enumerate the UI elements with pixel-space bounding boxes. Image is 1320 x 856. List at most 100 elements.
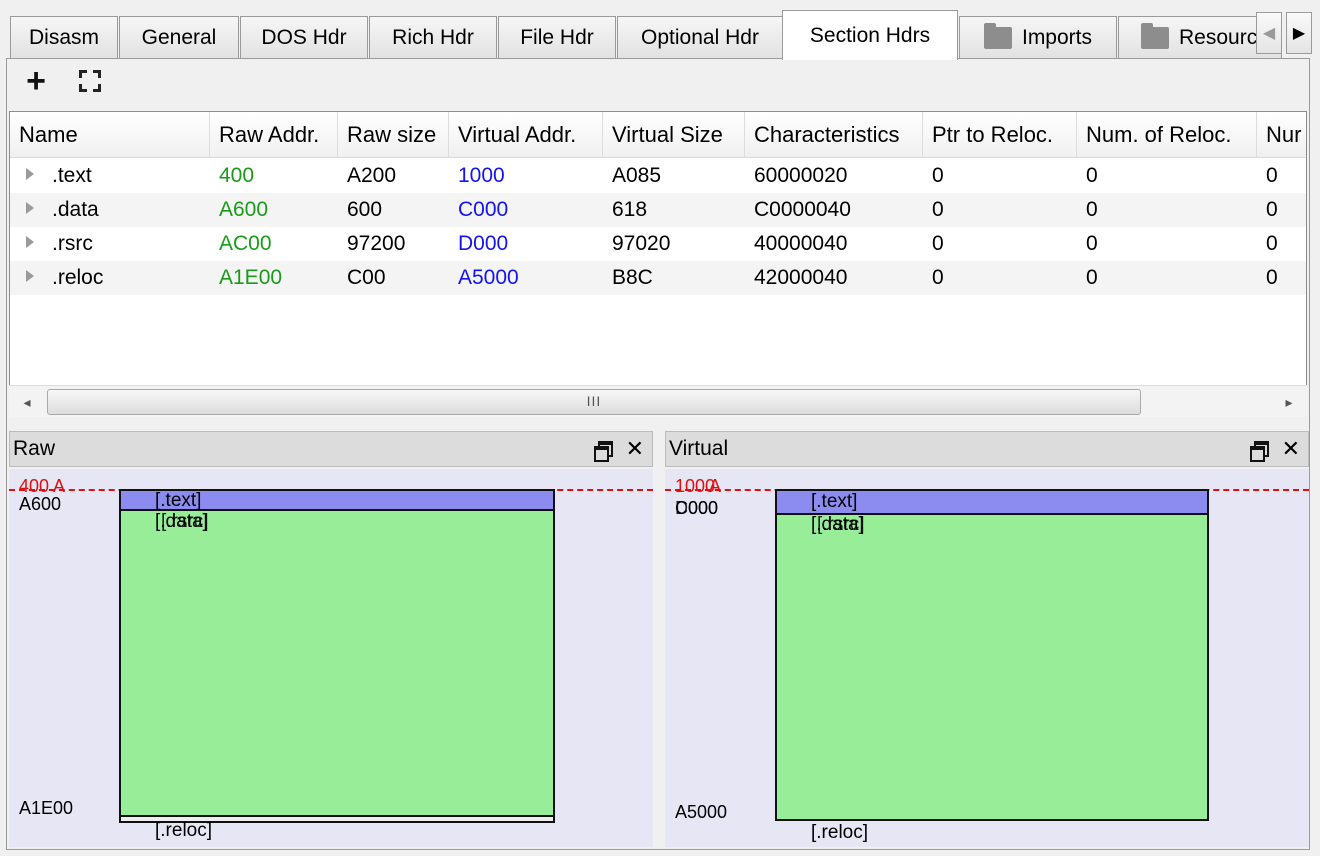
ptr-to-reloc-cell: 0 [932, 232, 944, 255]
virtual-size-cell: 618 [612, 198, 648, 221]
section-name: .data [52, 198, 99, 221]
table-row[interactable]: .rsrc AC00 97200 D000 97020 40000040 0 0… [10, 227, 1306, 261]
tab-section-hdrs[interactable]: Section Hdrs [782, 10, 958, 60]
raw-top-address: 400 [19, 476, 50, 496]
scroll-right-arrow-icon[interactable]: ▸ [1279, 392, 1299, 412]
expand-icon [79, 70, 101, 92]
column-header-characteristics[interactable]: Characteristics [745, 112, 923, 158]
tab-file-hdr[interactable]: File Hdr [498, 16, 616, 58]
virtual-size-cell: A085 [612, 164, 662, 187]
section-name: .rsrc [52, 232, 93, 255]
num-of-reloc-cell: 0 [1086, 266, 1098, 289]
virtual-addr-cell: 1000 [458, 164, 505, 187]
raw-panel: Raw ✕ 400 A A600 [.text] [.data] [.rsrc]… [9, 431, 653, 847]
num-of-reloc-cell: 0 [1086, 232, 1098, 255]
virtual-panel-title: Virtual [669, 437, 729, 460]
column-header-raw-addr[interactable]: Raw Addr. [210, 112, 338, 158]
virtual-text-label: [.text] [811, 491, 858, 512]
tab-label: Disasm [28, 25, 99, 49]
scroll-left-arrow-icon[interactable]: ◂ [17, 392, 37, 412]
tab-label: Section Hdrs [809, 23, 931, 47]
tab-scroll-left-glyph: ◀ [1262, 25, 1276, 42]
tab-label: File Hdr [520, 25, 594, 49]
virtual-size-cell: B8C [612, 266, 653, 289]
section-headers-table: Name Raw Addr. Raw size Virtual Addr. Vi… [9, 111, 1307, 417]
tab-imports[interactable]: Imports [959, 16, 1117, 58]
virtual-size-cell: 97020 [612, 232, 671, 255]
expand-button[interactable] [63, 61, 117, 101]
section-name: .reloc [52, 266, 104, 289]
toolbar: + [9, 61, 1307, 101]
raw-addr-cell: 400 [219, 164, 255, 187]
virtual-data-rsrc-section-block[interactable] [775, 513, 1209, 821]
raw-layout-canvas: 400 A A600 [.text] [.data] [.rsrc] A1E00… [9, 469, 653, 847]
virtual-bottom-address: A5000 [675, 802, 728, 822]
tab-label: Resourc [1179, 25, 1258, 49]
tab-bar: Disasm General DOS Hdr Rich Hdr File Hdr… [0, 0, 1320, 60]
expand-arrow-icon[interactable] [26, 202, 34, 215]
column-header-virtual-addr[interactable]: Virtual Addr. [449, 112, 603, 158]
tab-disasm[interactable]: Disasm [10, 16, 118, 58]
raw-size-cell: 97200 [347, 232, 406, 255]
close-icon[interactable]: ✕ [626, 438, 644, 460]
num-lines-cell: 0 [1266, 164, 1278, 187]
plus-icon[interactable]: + [9, 61, 63, 101]
tab-label: Optional Hdr [641, 25, 759, 49]
tab-label: DOS Hdr [261, 25, 347, 49]
tab-scroll-left-arrow-icon[interactable]: ◀ [1256, 12, 1282, 54]
raw-rsrc-label: [.rsrc] [161, 511, 209, 532]
raw-top-address-overlap: A [53, 476, 66, 496]
scrollbar-thumb[interactable]: III [47, 389, 1141, 415]
virtual-layout-canvas: 1000 A C000 D000 [.text] [.data] [.rsrc]… [665, 469, 1309, 847]
float-window-icon[interactable] [593, 441, 613, 462]
raw-addr-cell: AC00 [219, 232, 272, 255]
raw-reloc-label: [.reloc] [155, 820, 213, 841]
raw-bottom-address: A1E00 [19, 798, 74, 818]
table-row[interactable]: .text 400 A200 1000 A085 60000020 0 0 0 [10, 159, 1306, 193]
raw-size-cell: A200 [347, 164, 397, 187]
raw-data-rsrc-section-block[interactable] [119, 509, 555, 817]
add-button-glyph: + [26, 61, 46, 100]
expand-arrow-icon[interactable] [26, 270, 34, 283]
table-body: .text 400 A200 1000 A085 60000020 0 0 0 … [10, 159, 1306, 295]
tab-label: Rich Hdr [392, 25, 474, 49]
tab-optional-hdr[interactable]: Optional Hdr [617, 16, 783, 58]
tab-dos-hdr[interactable]: DOS Hdr [240, 16, 368, 58]
close-icon[interactable]: ✕ [1282, 438, 1300, 460]
folder-icon [1141, 22, 1169, 49]
ptr-to-reloc-cell: 0 [932, 198, 944, 221]
virtual-addr-cell: A5000 [458, 266, 519, 289]
virtual-panel-title-bar: Virtual ✕ [665, 431, 1309, 467]
num-of-reloc-cell: 0 [1086, 198, 1098, 221]
tab-rich-hdr[interactable]: Rich Hdr [369, 16, 497, 58]
column-header-raw-size[interactable]: Raw size [338, 112, 449, 158]
raw-text-label: [.text] [155, 490, 202, 511]
table-row[interactable]: .reloc A1E00 C00 A5000 B8C 42000040 0 0 … [10, 261, 1306, 295]
table-header: Name Raw Addr. Raw size Virtual Addr. Vi… [10, 112, 1306, 158]
virtual-addr-cell: D000 [458, 232, 509, 255]
horizontal-scrollbar[interactable]: ◂ III ▸ [9, 385, 1307, 417]
folder-icon [983, 22, 1012, 49]
virtual-address-d000: D000 [675, 498, 719, 518]
virtual-top-address-overlap: A [709, 476, 722, 496]
raw-panel-title-bar: Raw ✕ [9, 431, 653, 467]
characteristics-cell: 42000040 [754, 266, 848, 289]
num-lines-cell: 0 [1266, 198, 1278, 221]
tab-scroll-right-arrow-icon[interactable]: ▶ [1286, 12, 1312, 54]
column-header-virtual-size[interactable]: Virtual Size [603, 112, 745, 158]
column-header-name[interactable]: Name [10, 112, 210, 158]
section-headers-page: + Name Raw Addr. Raw size Virtual Addr. … [6, 58, 1310, 850]
column-header-num-of-reloc[interactable]: Num. of Reloc. [1077, 112, 1257, 158]
tab-scroll-right-glyph: ▶ [1292, 25, 1306, 42]
raw-size-cell: 600 [347, 198, 383, 221]
expand-arrow-icon[interactable] [26, 168, 34, 181]
raw-size-cell: C00 [347, 266, 386, 289]
expand-arrow-icon[interactable] [26, 236, 34, 249]
characteristics-cell: 60000020 [754, 164, 848, 187]
column-header-ptr-to-reloc[interactable]: Ptr to Reloc. [923, 112, 1077, 158]
float-window-icon[interactable] [1249, 441, 1269, 462]
column-header-num-lines[interactable]: Nur [1257, 112, 1306, 158]
characteristics-cell: 40000040 [754, 232, 848, 255]
table-row[interactable]: .data A600 600 C000 618 C0000040 0 0 0 [10, 193, 1306, 227]
tab-general[interactable]: General [119, 16, 239, 58]
